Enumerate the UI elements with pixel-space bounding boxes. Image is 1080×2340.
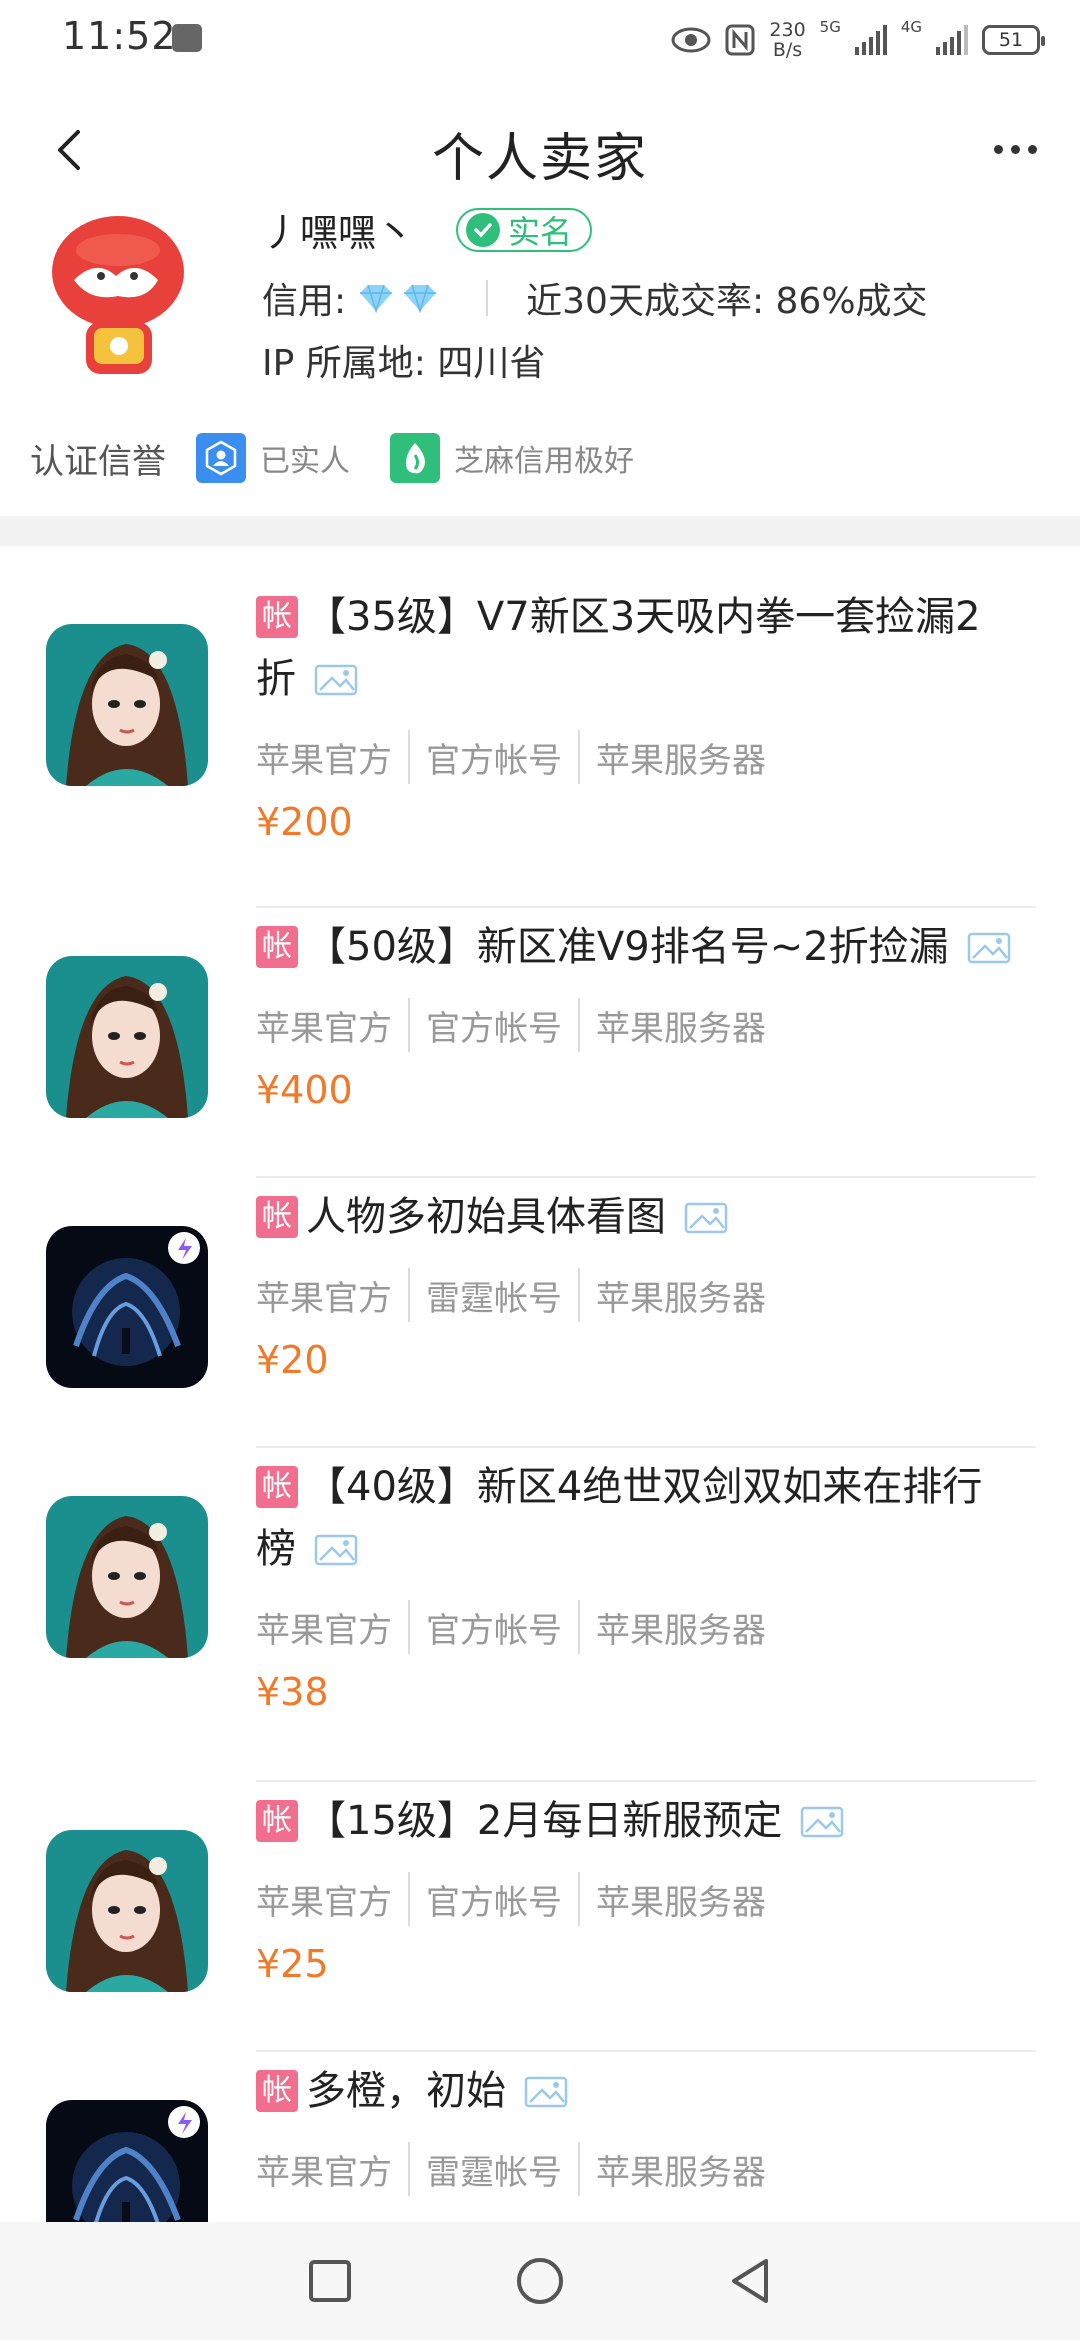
character-game-icon xyxy=(46,956,208,1118)
account-tag: 帐 xyxy=(256,1466,298,1508)
account-tag: 帐 xyxy=(256,596,298,638)
deal-rate: 近30天成交率: 86%成交 xyxy=(526,281,928,322)
credit-row: 信用: 近30天成交率: 86%成交 xyxy=(262,272,928,324)
listing-title: 帐多橙，初始 xyxy=(256,2060,568,2126)
listing-price: ¥200 xyxy=(256,800,353,844)
listing-meta: 苹果官方 雷霆帐号 苹果服务器 xyxy=(256,1268,766,1322)
listing-meta: 苹果官方 官方帐号 苹果服务器 xyxy=(256,730,766,784)
diamond-rating-icon xyxy=(356,283,440,313)
listing-meta: 苹果官方 官方帐号 苹果服务器 xyxy=(256,1872,766,1926)
cert-label: 认证信誉 xyxy=(30,441,166,482)
listing-item[interactable]: 帐【15级】2月每日新服预定 苹果官方 官方帐号 苹果服务器 ¥25 xyxy=(0,1782,1080,2052)
listing-title: 帐【50级】新区准V9排名号~2折捡漏 xyxy=(256,916,1011,982)
listing-meta: 苹果官方 官方帐号 苹果服务器 xyxy=(256,1600,766,1654)
image-icon xyxy=(684,1190,728,1252)
account-tag: 帐 xyxy=(256,1196,298,1238)
listing-item[interactable]: 帐【50级】新区准V9排名号~2折捡漏 苹果官方 官方帐号 苹果服务器 ¥400 xyxy=(0,908,1080,1178)
listing-price: ¥38 xyxy=(256,1670,329,1714)
nfc-icon xyxy=(725,24,755,56)
listing-item[interactable]: 帐人物多初始具体看图 苹果官方 雷霆帐号 苹果服务器 ¥20 xyxy=(0,1178,1080,1448)
signal-icon xyxy=(854,25,887,55)
more-options-button[interactable] xyxy=(980,124,1050,174)
cert-sesame-credit[interactable]: 芝麻信用极好 xyxy=(390,433,634,483)
listing-title-continued: 榜 xyxy=(256,1518,358,1584)
character-game-icon xyxy=(46,624,208,786)
person-verify-icon xyxy=(196,433,246,483)
account-tag: 帐 xyxy=(256,2070,298,2112)
seller-avatar[interactable] xyxy=(46,210,196,380)
account-tag: 帐 xyxy=(256,926,298,968)
system-back-button[interactable] xyxy=(726,2255,774,2307)
listing-title: 帐【40级】新区4绝世双剑双如来在排行 xyxy=(256,1456,982,1518)
listing-title: 帐【15级】2月每日新服预定 xyxy=(256,1790,844,1856)
app-header: 个人卖家 xyxy=(0,100,1080,200)
listing-item[interactable]: 帐【40级】新区4绝世双剑双如来在排行 榜 苹果官方 官方帐号 苹果服务器 ¥38 xyxy=(0,1448,1080,1782)
image-icon xyxy=(314,652,358,714)
image-icon xyxy=(967,920,1011,982)
page-title: 个人卖家 xyxy=(431,129,648,189)
character-game-icon xyxy=(46,1830,208,1992)
check-icon xyxy=(466,213,500,247)
listing-meta: 苹果官方 官方帐号 苹果服务器 xyxy=(256,998,766,1052)
seller-nickname: 丿嘿嘿丶 xyxy=(262,211,415,255)
section-divider xyxy=(0,516,1080,546)
dark-game-icon xyxy=(46,2100,208,2222)
recent-apps-button[interactable] xyxy=(306,2257,354,2305)
listing-item[interactable]: 帐【35级】V7新区3天吸内拳一套捡漏2 折 苹果官方 官方帐号 苹果服务器 ¥20… xyxy=(0,546,1080,908)
system-nav-bar xyxy=(0,2222,1080,2340)
sesame-credit-icon xyxy=(390,433,440,483)
battery-icon: 51 xyxy=(982,25,1045,55)
listing-price: ¥400 xyxy=(256,1068,353,1112)
account-tag: 帐 xyxy=(256,1800,298,1842)
listing-price: ¥25 xyxy=(256,1942,329,1986)
listing-price: ¥20 xyxy=(256,1338,329,1382)
image-icon xyxy=(524,2064,568,2126)
verified-badge: 实名 xyxy=(456,208,593,252)
certification-row: 认证信誉 已实人 芝麻信用极好 xyxy=(30,430,674,486)
listing-title: 帐人物多初始具体看图 xyxy=(256,1186,728,1252)
listing-item[interactable]: 帐多橙，初始 苹果官方 雷霆帐号 苹果服务器 xyxy=(0,2052,1080,2222)
listing-title-continued: 折 xyxy=(256,648,358,714)
signal-icon xyxy=(936,25,968,55)
ip-location: IP 所属地: 四川省 xyxy=(262,343,546,384)
listing-title: 帐【35级】V7新区3天吸内拳一套捡漏2 xyxy=(256,586,981,648)
image-icon xyxy=(800,1794,844,1856)
listing-meta: 苹果官方 雷霆帐号 苹果服务器 xyxy=(256,2142,766,2196)
eye-icon xyxy=(671,27,711,53)
clock: 11:52 xyxy=(62,14,177,58)
status-bar: 11:52 230 B/s 5G 4G 51 xyxy=(0,0,1080,80)
character-game-icon xyxy=(46,1496,208,1658)
credit-label: 信用: xyxy=(262,281,347,322)
carrier-icon xyxy=(172,24,202,52)
signal-generation-2: 4G xyxy=(900,18,922,36)
signal-generation-1: 5G xyxy=(819,18,841,36)
image-icon xyxy=(314,1522,358,1584)
home-button[interactable] xyxy=(514,2255,566,2307)
cert-real-person[interactable]: 已实人 xyxy=(196,433,350,483)
dark-game-icon xyxy=(46,1226,208,1388)
net-speed: 230 B/s xyxy=(769,19,806,61)
